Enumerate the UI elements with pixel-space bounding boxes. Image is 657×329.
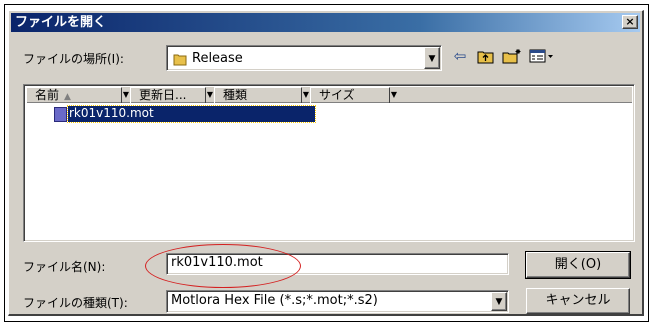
- chevron-down-icon: ▼: [428, 54, 436, 64]
- view-menu-button[interactable]: [528, 47, 556, 65]
- folder-icon: [173, 54, 187, 66]
- file-type-value: Motlora Hex File (*.s;*.mot;*.s2): [171, 293, 378, 308]
- file-name-label: ファイル名(N):: [23, 260, 106, 274]
- back-arrow-icon: ⇦: [453, 47, 467, 65]
- file-type-dropdown-button[interactable]: ▼: [491, 292, 507, 311]
- column-header-type[interactable]: 種類: [214, 87, 302, 103]
- column-header-modified[interactable]: 更新日...: [130, 87, 206, 103]
- look-in-label: ファイルの場所(I):: [23, 52, 124, 66]
- close-button[interactable]: ×: [622, 15, 638, 29]
- column-header-type-label: 種類: [223, 88, 248, 102]
- column-header-size[interactable]: サイズ: [310, 87, 390, 103]
- column-header-name-label: 名前: [35, 88, 60, 102]
- chevron-down-icon: ▼: [495, 297, 503, 307]
- new-folder-button[interactable]: [501, 47, 523, 65]
- file-type-dropdown[interactable]: Motlora Hex File (*.s;*.mot;*.s2) ▼: [166, 290, 509, 313]
- column-dropdown-icon[interactable]: ▼: [390, 89, 398, 101]
- new-folder-icon: [502, 49, 521, 64]
- title-bar: ファイルを開く ×: [11, 13, 640, 32]
- file-icon: [54, 107, 67, 122]
- open-button[interactable]: 開く(O): [525, 251, 631, 279]
- look-in-dropdown[interactable]: Release ▼: [166, 45, 442, 71]
- column-headers: 名前 ▲ ▼ 更新日... ▼ 種類 ▼ サイズ ▼: [26, 87, 632, 103]
- cancel-button[interactable]: キャンセル: [526, 288, 630, 314]
- file-list[interactable]: 名前 ▲ ▼ 更新日... ▼ 種類 ▼ サイズ ▼ rk01v110.mot: [23, 84, 635, 242]
- view-menu-icon: [529, 49, 553, 63]
- look-in-dropdown-button[interactable]: ▼: [424, 47, 440, 69]
- window-title: ファイルを開く: [15, 15, 107, 30]
- list-item[interactable]: rk01v110.mot: [67, 105, 316, 123]
- back-button[interactable]: ⇦: [449, 47, 471, 65]
- open-file-dialog: ファイルを開く × ファイルの場所(I): Release ▼ ⇦ 名前 ▲ ▼…: [8, 10, 644, 316]
- column-header-name[interactable]: 名前 ▲: [26, 87, 122, 103]
- column-dropdown-icon[interactable]: ▼: [206, 89, 214, 101]
- sort-ascending-icon: ▲: [64, 92, 71, 102]
- file-type-label: ファイルの種類(T):: [23, 296, 128, 310]
- column-header-modified-label: 更新日...: [139, 88, 187, 102]
- column-header-size-label: サイズ: [319, 88, 355, 102]
- up-one-level-button[interactable]: [475, 47, 497, 65]
- column-dropdown-icon[interactable]: ▼: [122, 89, 130, 101]
- column-dropdown-icon[interactable]: ▼: [302, 89, 310, 101]
- up-folder-icon: [477, 51, 494, 64]
- close-icon: ×: [625, 15, 635, 28]
- look-in-value: Release: [192, 51, 243, 66]
- annotation-ellipse: [145, 244, 301, 288]
